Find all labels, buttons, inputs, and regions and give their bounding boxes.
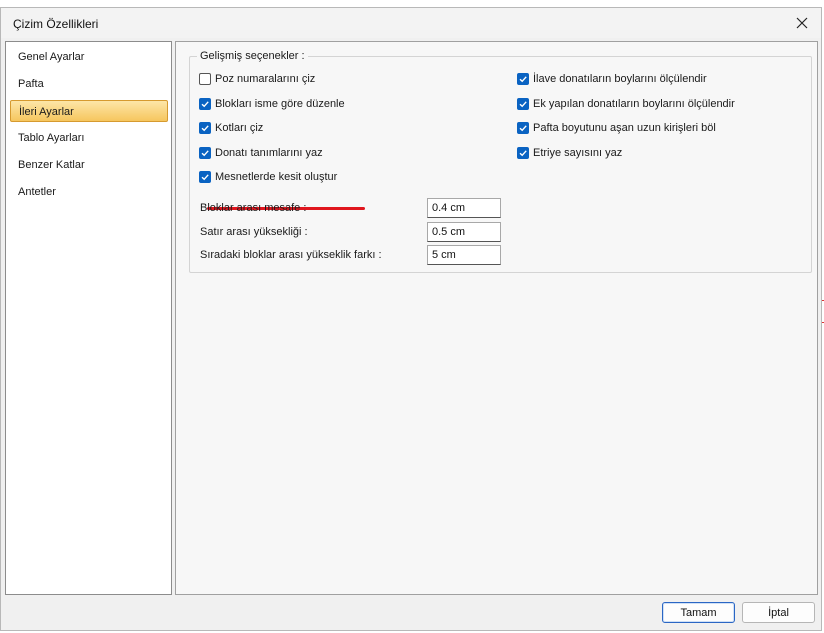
checkbox-icon [199, 98, 211, 110]
close-icon [796, 17, 808, 29]
group-title: Gelişmiş seçenekler : [197, 50, 308, 62]
checkbox-icon [517, 73, 529, 85]
ok-button[interactable]: Tamam [662, 602, 735, 623]
checkbox-icon [199, 73, 211, 85]
sidebar-item-benzer-katlar[interactable]: Benzer Katlar [10, 154, 168, 176]
pafta-boyutu-checkbox[interactable]: Pafta boyutunu aşan uzun kirişleri böl [517, 120, 716, 136]
sidebar-item-tablo-ayarlari[interactable]: Tablo Ayarları [10, 127, 168, 149]
close-button[interactable] [789, 11, 815, 35]
checkbox-icon [517, 122, 529, 134]
checkbox-icon [199, 122, 211, 134]
yukseklik-farki-label: Sıradaki bloklar arası yükseklik farkı : [200, 249, 382, 261]
checkbox-label: Blokları isme göre düzenle [215, 98, 345, 110]
checkbox-icon [517, 98, 529, 110]
checkbox-label: Etriye sayısını yaz [533, 147, 623, 159]
checkbox-icon [199, 147, 211, 159]
settings-sidebar: Genel Ayarlar Pafta İleri Ayarlar Tablo … [5, 41, 172, 595]
checkbox-label: Ek yapılan donatıların boylarını ölçülen… [533, 98, 735, 110]
dialog-window: Çizim Özellikleri Genel Ayarlar Pafta İl… [0, 7, 822, 631]
bloklar-arasi-mesafe-input[interactable] [427, 198, 501, 218]
cancel-button[interactable]: İptal [742, 602, 815, 623]
checkbox-icon [199, 171, 211, 183]
satir-arasi-yukseklik-label: Satır arası yüksekliği : [200, 226, 308, 238]
ilave-donati-checkbox[interactable]: İlave donatıların boylarını ölçülendir [517, 71, 707, 87]
sidebar-item-pafta[interactable]: Pafta [10, 73, 168, 95]
window-title: Çizim Özellikleri [13, 17, 99, 31]
ek-yapilan-donati-checkbox[interactable]: Ek yapılan donatıların boylarını ölçülen… [517, 96, 735, 112]
title-bar: Çizim Özellikleri [1, 8, 821, 38]
satir-arasi-yukseklik-input[interactable] [427, 222, 501, 242]
yukseklik-farki-input[interactable] [427, 245, 501, 265]
sidebar-item-genel-ayarlar[interactable]: Genel Ayarlar [10, 46, 168, 68]
checkbox-label: Mesnetlerde kesit oluştur [215, 171, 338, 183]
etriye-sayisi-checkbox[interactable]: Etriye sayısını yaz [517, 145, 622, 161]
checkbox-label: Donatı tanımlarını yaz [215, 147, 323, 159]
bloklari-isme-gore-checkbox[interactable]: Blokları isme göre düzenle [199, 96, 345, 112]
checkbox-label: Pafta boyutunu aşan uzun kirişleri böl [533, 122, 716, 134]
checkbox-label: Poz numaralarını çiz [215, 73, 316, 85]
kotlari-ciz-checkbox[interactable]: Kotları çiz [199, 120, 263, 136]
advanced-options-group: Gelişmiş seçenekler : Poz numaralarını ç… [189, 50, 812, 273]
poz-numaralari-checkbox[interactable]: Poz numaralarını çiz [199, 71, 315, 87]
donati-tanimlari-checkbox[interactable]: Donatı tanımlarını yaz [199, 145, 323, 161]
checkbox-icon [517, 147, 529, 159]
mesnetlerde-kesit-checkbox[interactable]: Mesnetlerde kesit oluştur [199, 169, 337, 185]
bloklar-arasi-mesafe-label: Bloklar arası mesafe : [200, 202, 307, 214]
sidebar-item-ileri-ayarlar[interactable]: İleri Ayarlar [10, 100, 168, 122]
settings-panel: Gelişmiş seçenekler : Poz numaralarını ç… [175, 41, 818, 595]
sidebar-item-antetler[interactable]: Antetler [10, 181, 168, 203]
checkbox-label: Kotları çiz [215, 122, 264, 134]
checkbox-label: İlave donatıların boylarını ölçülendir [533, 73, 707, 85]
